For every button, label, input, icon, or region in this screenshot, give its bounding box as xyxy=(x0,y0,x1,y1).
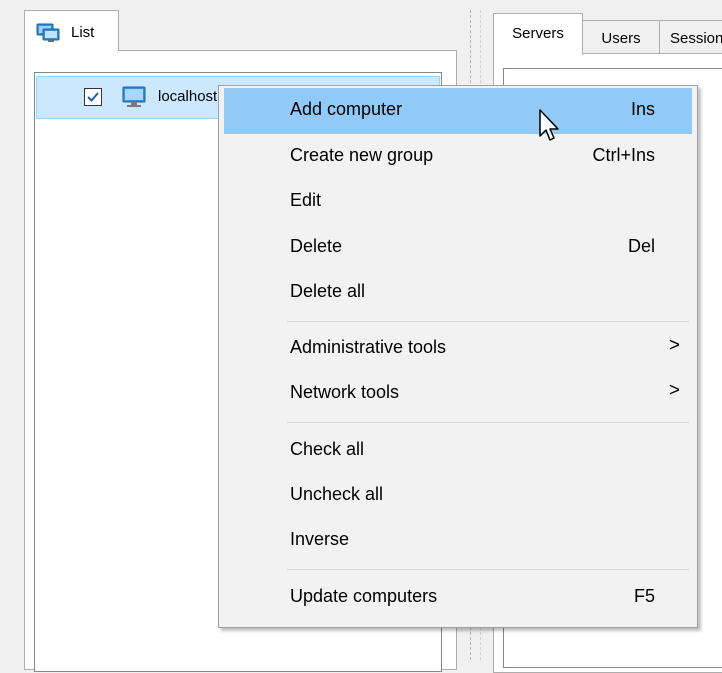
menu-item-create-new-group[interactable]: Create new group Ctrl+Ins xyxy=(224,134,692,180)
menu-item-label: Uncheck all xyxy=(290,484,384,504)
menu-item-label: Inverse xyxy=(290,529,350,549)
menu-item-edit[interactable]: Edit xyxy=(224,179,692,225)
computer-list-icon xyxy=(35,22,61,49)
context-menu: Add computer Ins Create new group Ctrl+I… xyxy=(218,85,698,628)
tab-servers[interactable]: Servers xyxy=(493,13,583,55)
menu-item-shortcut: F5 xyxy=(633,586,655,606)
submenu-arrow-icon: > xyxy=(668,380,680,401)
tree-item-checkbox[interactable] xyxy=(84,88,102,106)
menu-item-shortcut: Ctrl+Ins xyxy=(592,145,655,165)
menu-item-label: Create new group xyxy=(290,145,434,165)
menu-separator xyxy=(287,422,689,423)
checkmark-icon xyxy=(87,92,99,102)
tab-list[interactable]: List xyxy=(24,10,119,51)
menu-item-check-all[interactable]: Check all xyxy=(224,428,692,474)
menu-item-shortcut: Del xyxy=(627,236,655,256)
monitor-icon xyxy=(122,86,146,113)
menu-item-network-tools[interactable]: Network tools > xyxy=(224,371,692,417)
menu-item-label: Delete all xyxy=(290,281,366,301)
menu-item-label: Edit xyxy=(290,190,322,210)
menu-item-add-computer[interactable]: Add computer Ins xyxy=(224,88,692,134)
menu-item-label: Add computer xyxy=(290,99,403,119)
menu-item-shortcut: Ins xyxy=(630,99,655,119)
submenu-arrow-icon: > xyxy=(668,335,680,356)
menu-item-inverse[interactable]: Inverse xyxy=(224,518,692,564)
menu-item-label: Administrative tools xyxy=(290,337,447,357)
tab-list-label: List xyxy=(71,24,95,41)
menu-item-uncheck-all[interactable]: Uncheck all xyxy=(224,473,692,519)
menu-item-update-computers[interactable]: Update computers F5 xyxy=(224,575,692,621)
menu-item-label: Update computers xyxy=(290,586,438,606)
mouse-cursor-icon xyxy=(538,108,562,151)
menu-item-administrative-tools[interactable]: Administrative tools > xyxy=(224,326,692,372)
menu-item-label: Delete xyxy=(290,236,343,256)
menu-item-label: Check all xyxy=(290,439,365,459)
menu-item-delete-all[interactable]: Delete all xyxy=(224,270,692,316)
tab-users-label: Users xyxy=(601,30,641,47)
tab-servers-label: Servers xyxy=(512,25,564,42)
tree-item-label: localhost xyxy=(158,88,218,105)
menu-item-label: Network tools xyxy=(290,382,400,402)
tab-sessions-label: Sessions xyxy=(670,30,722,47)
menu-item-delete[interactable]: Delete Del xyxy=(224,225,692,271)
tab-sessions[interactable]: Sessions xyxy=(659,20,722,54)
menu-separator xyxy=(287,569,689,570)
tab-users[interactable]: Users xyxy=(582,20,660,54)
menu-separator xyxy=(287,321,689,322)
